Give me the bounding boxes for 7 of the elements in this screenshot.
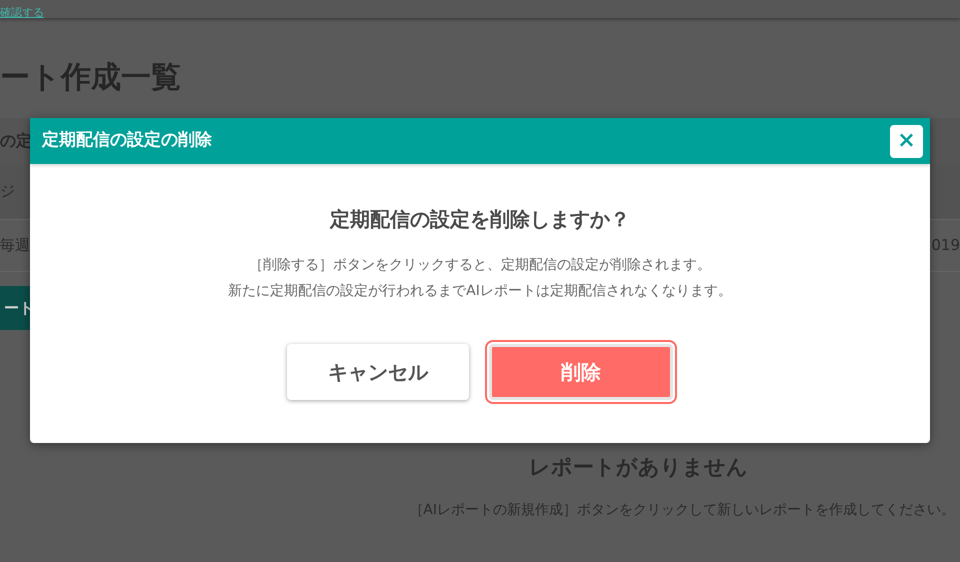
header-link[interactable]: 確認する <box>0 7 44 18</box>
dialog-title: 定期配信の設定の削除 <box>42 129 212 152</box>
close-button[interactable]: × <box>890 124 923 158</box>
dialog-message: 新たに定期配信の設定が行われるまでAIレポートは定期配信されなくなります。 <box>228 282 732 301</box>
dialog-message: ［削除する］ボタンをクリックすると、定期配信の設定が削除されます。 <box>249 256 711 275</box>
cancel-button[interactable]: キャンセル <box>287 344 469 400</box>
dialog-heading: 定期配信の設定を削除しますか？ <box>330 206 630 233</box>
